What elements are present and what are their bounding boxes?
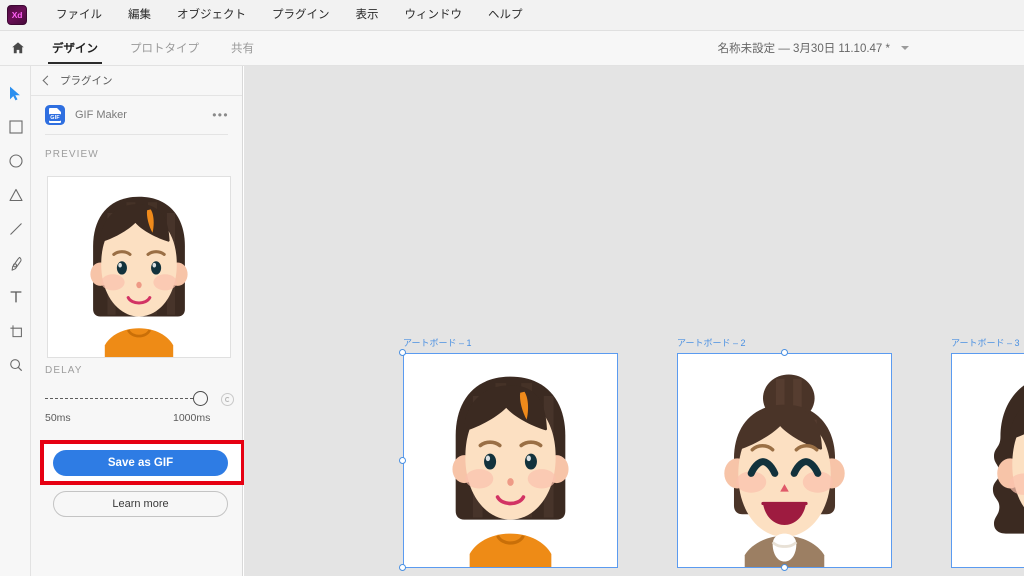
zoom-tool[interactable] bbox=[0, 348, 31, 382]
gif-icon-fold-shape bbox=[57, 107, 61, 112]
selection-handle-bottom-left[interactable] bbox=[399, 564, 406, 571]
design-canvas[interactable]: アートボード – 1 アートボード – 2 アートボード – 3 bbox=[244, 66, 1024, 576]
reset-icon[interactable] bbox=[221, 392, 234, 406]
artboard-3[interactable] bbox=[951, 353, 1024, 568]
reset-icon-arc bbox=[225, 396, 230, 402]
xd-logo-icon: Xd bbox=[7, 5, 27, 25]
artboard-icon bbox=[9, 324, 22, 337]
chevron-left-icon[interactable] bbox=[42, 75, 53, 86]
document-title: 名称未設定 — 3月30日 11.10.47 * bbox=[717, 43, 890, 55]
text-t-icon bbox=[10, 291, 21, 303]
delay-slider-handle[interactable] bbox=[193, 391, 208, 406]
plugin-panel-back-label: プラグイン bbox=[60, 75, 113, 87]
plugin-panel-header[interactable]: プラグイン bbox=[31, 66, 242, 96]
line-tool[interactable] bbox=[0, 212, 31, 246]
triangle-icon bbox=[8, 188, 23, 202]
tab-prototype-label: プロトタイプ bbox=[130, 43, 199, 55]
tab-share[interactable]: 共有 bbox=[215, 31, 270, 65]
preview-face-illustration bbox=[49, 177, 229, 357]
menu-bar: Xd ファイル 編集 オブジェクト プラグイン 表示 ウィンドウ ヘルプ bbox=[0, 0, 1024, 31]
menu-item-file[interactable]: ファイル bbox=[43, 0, 115, 31]
delay-slider-track bbox=[45, 398, 203, 399]
save-as-gif-button[interactable]: Save as GIF bbox=[53, 450, 228, 476]
rectangle-tool[interactable] bbox=[0, 110, 31, 144]
artboard-tool[interactable] bbox=[0, 314, 31, 348]
home-button[interactable] bbox=[0, 31, 36, 65]
selection-handle-top-left[interactable] bbox=[399, 349, 406, 356]
more-options-icon[interactable]: ••• bbox=[212, 109, 229, 121]
menu-item-plugins[interactable]: プラグイン bbox=[259, 0, 343, 31]
delay-slider[interactable] bbox=[45, 390, 262, 408]
menu-item-object[interactable]: オブジェクト bbox=[164, 0, 259, 31]
artboard-label-3[interactable]: アートボード – 3 bbox=[951, 336, 1019, 349]
menu-item-help[interactable]: ヘルプ bbox=[475, 0, 536, 31]
rectangle-icon bbox=[8, 120, 23, 134]
tab-share-label: 共有 bbox=[231, 43, 254, 55]
delay-section-label: DELAY bbox=[45, 365, 83, 376]
select-tool[interactable] bbox=[0, 76, 31, 110]
plugin-name-label: GIF Maker bbox=[75, 109, 127, 121]
ellipse-icon bbox=[8, 154, 23, 168]
tab-design-label: デザイン bbox=[52, 43, 98, 55]
artboard-3-illustration bbox=[951, 353, 1024, 568]
artboard-1[interactable] bbox=[403, 353, 618, 568]
home-icon bbox=[12, 42, 24, 54]
delay-min-label: 50ms bbox=[45, 412, 71, 424]
cursor-arrow-icon bbox=[10, 86, 20, 100]
selection-handle-top-center[interactable] bbox=[781, 349, 788, 356]
gif-preview-thumbnail bbox=[47, 176, 231, 358]
menu-item-window[interactable]: ウィンドウ bbox=[392, 0, 476, 31]
document-title-area: 名称未設定 — 3月30日 11.10.47 * bbox=[718, 31, 909, 65]
artboard-label-1[interactable]: アートボード – 1 bbox=[403, 336, 471, 349]
artboard-2-illustration bbox=[677, 353, 892, 568]
delay-max-label: 1000ms bbox=[173, 412, 211, 424]
pen-icon bbox=[11, 256, 22, 271]
xd-application-window: Xd ファイル 編集 オブジェクト プラグイン 表示 ウィンドウ ヘルプ デザイ… bbox=[0, 0, 1024, 576]
polygon-tool[interactable] bbox=[0, 178, 31, 212]
menu-item-edit[interactable]: 編集 bbox=[115, 0, 164, 31]
selection-handle-bottom-center[interactable] bbox=[781, 564, 788, 571]
artboard-label-2[interactable]: アートボード – 2 bbox=[677, 336, 745, 349]
learn-more-button[interactable]: Learn more bbox=[53, 491, 228, 517]
tab-prototype[interactable]: プロトタイプ bbox=[114, 31, 215, 65]
gif-file-icon: GIF bbox=[45, 105, 65, 125]
gif-icon-label: GIF bbox=[48, 114, 62, 121]
artboard-1-illustration bbox=[403, 353, 618, 568]
plugin-list-item-gif-maker[interactable]: GIF GIF Maker ••• bbox=[31, 96, 242, 134]
text-tool[interactable] bbox=[0, 280, 31, 314]
tab-design[interactable]: デザイン bbox=[36, 31, 114, 65]
pen-tool[interactable] bbox=[0, 246, 31, 280]
ellipse-tool[interactable] bbox=[0, 144, 31, 178]
chevron-down-icon[interactable] bbox=[901, 46, 909, 50]
selection-handle-middle-left[interactable] bbox=[399, 457, 406, 464]
tools-sidebar bbox=[0, 66, 31, 576]
artboard-2[interactable] bbox=[677, 353, 892, 568]
preview-section-label: PREVIEW bbox=[45, 149, 99, 160]
menu-item-view[interactable]: 表示 bbox=[343, 0, 392, 31]
mode-tab-bar: デザイン プロトタイプ 共有 名称未設定 — 3月30日 11.10.47 * bbox=[0, 31, 1024, 66]
line-icon bbox=[9, 223, 22, 235]
magnifier-icon bbox=[9, 359, 22, 372]
